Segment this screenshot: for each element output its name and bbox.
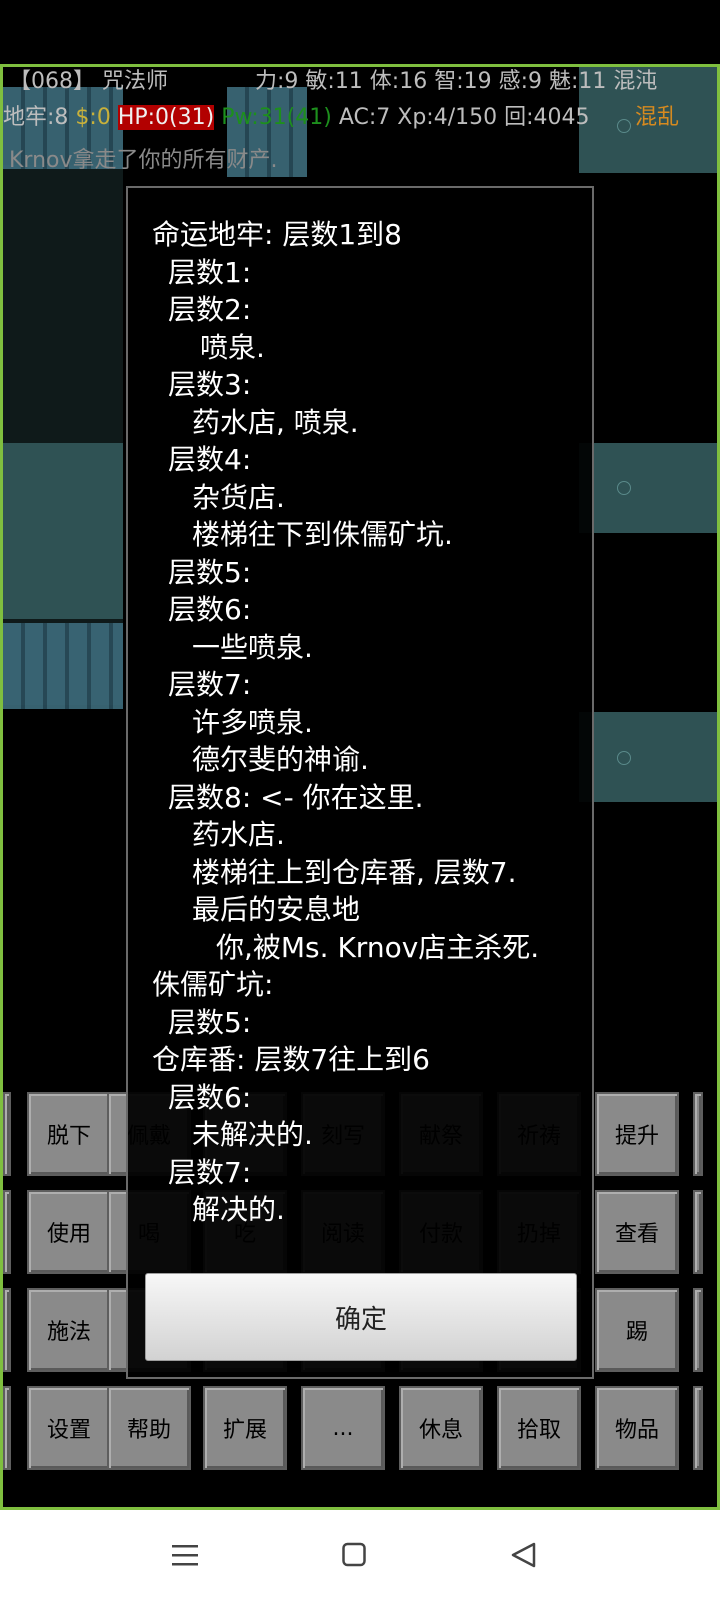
- command-button-edge: [693, 1092, 703, 1176]
- dialog-line: 德尔斐的神谕.: [192, 743, 369, 776]
- command-button-edge: [3, 1190, 11, 1274]
- dialog-line: 层数8: <- 你在这里.: [168, 780, 424, 814]
- attributes: 力:9 敏:11 体:16 智:19 感:9 魅:11 混沌: [255, 69, 658, 94]
- power: Pw:31(41): [221, 105, 332, 130]
- dialog-line: 仓库番: 层数7往上到6: [152, 1043, 430, 1076]
- command-button-row4-2[interactable]: 扩展: [203, 1386, 287, 1470]
- dialog-line: 层数6:: [168, 1080, 252, 1114]
- dialog-line: 层数4:: [168, 443, 252, 476]
- dialog-line: 药水店.: [192, 818, 285, 851]
- character-title: 【068】 咒法师: [9, 69, 168, 94]
- map-floor-lit: [579, 443, 717, 533]
- dialog-line: 一些喷泉.: [192, 630, 313, 664]
- command-button-row4-6[interactable]: 物品: [595, 1386, 679, 1470]
- dialog-line: 未解决的.: [192, 1118, 313, 1151]
- dialog-line: 你,被Ms. Krnov店主杀死.: [216, 930, 540, 964]
- dialog-line: 层数6:: [168, 593, 252, 626]
- overview-dialog: 命运地牢: 层数1到8 层数1: 层数2: 喷泉. 层数3: 药水店, 喷泉. 层数4: 杂货…: [126, 186, 594, 1379]
- fountain-icon: [617, 751, 631, 765]
- command-button-row4-1[interactable]: 帮助: [107, 1386, 191, 1470]
- dialog-line: 药水店, 喷泉.: [192, 405, 359, 439]
- dialog-line: 层数1:: [168, 255, 252, 289]
- command-button-edge: [693, 1190, 703, 1274]
- command-button-edge: [3, 1386, 11, 1470]
- navigation-bar: [0, 1510, 720, 1600]
- command-button-row2-0[interactable]: 使用: [27, 1190, 111, 1274]
- dialog-line: 层数5:: [168, 1005, 252, 1039]
- command-button-row1-6[interactable]: 提升: [595, 1092, 679, 1176]
- command-button-row3-6[interactable]: 踢: [595, 1288, 679, 1372]
- map-floor-lit: [579, 712, 717, 802]
- command-button-row4-5[interactable]: 拾取: [497, 1386, 581, 1470]
- dungeon-level: 地牢:8: [3, 105, 69, 130]
- dialog-line: 许多喷泉.: [192, 705, 313, 739]
- status-bar: [0, 0, 720, 64]
- dialog-line: 喷泉.: [200, 330, 265, 364]
- command-button-edge: [3, 1288, 11, 1372]
- hit-points: HP:0(31): [117, 105, 215, 130]
- dialog-line: 杂货店.: [192, 480, 285, 514]
- dialog-line: 侏儒矿坑:: [152, 968, 274, 1001]
- map-wall: [3, 623, 123, 709]
- status-confused: 混乱: [635, 105, 680, 130]
- command-button-row4-4[interactable]: 休息: [399, 1386, 483, 1470]
- triangle-back-icon[interactable]: [510, 1542, 536, 1572]
- command-button-edge: [693, 1386, 703, 1470]
- dialog-line: 楼梯往下到侏儒矿坑.: [192, 518, 453, 551]
- command-button-row4-3[interactable]: ...: [301, 1386, 385, 1470]
- menu-icon[interactable]: [172, 1542, 198, 1572]
- fountain-icon: [617, 481, 631, 495]
- map-floor-lit: [3, 443, 123, 619]
- dialog-line: 最后的安息地: [192, 893, 361, 926]
- dialog-line: 层数3:: [168, 368, 252, 401]
- hud-line-1: 【068】 咒法师 力:9 敏:11 体:16 智:19 感:9 魅:11 混沌: [9, 67, 709, 97]
- dialog-text: 命运地牢: 层数1到8 层数1: 层数2: 喷泉. 层数3: 药水店, 喷泉. 层数4: 杂货…: [152, 216, 539, 1229]
- dialog-line: 层数2:: [168, 293, 252, 326]
- stats: AC:7 Xp:4/150 回:4045: [338, 105, 590, 130]
- command-button-edge: [693, 1288, 703, 1372]
- dialog-line: 层数7:: [168, 668, 252, 701]
- dialog-line: 楼梯往上到仓库番, 层数7.: [192, 855, 517, 889]
- dialog-line: 解决的.: [192, 1193, 285, 1226]
- command-button-row4-0[interactable]: 设置: [27, 1386, 111, 1470]
- hud-line-2: 地牢:8 $:0 HP:0(31) Pw:31(41) AC:7 Xp:4/15…: [3, 103, 717, 133]
- square-home-icon[interactable]: [342, 1542, 366, 1572]
- message-line: Krnov拿走了你的所有财产.: [9, 148, 278, 173]
- command-button-row3-0[interactable]: 施法: [27, 1288, 111, 1372]
- gold: $:0: [75, 105, 111, 130]
- command-button-row2-6[interactable]: 查看: [595, 1190, 679, 1274]
- command-button-edge: [3, 1092, 11, 1176]
- dialog-line: 命运地牢: 层数1到8: [152, 218, 402, 251]
- ok-button[interactable]: 确定: [145, 1273, 577, 1361]
- command-button-row1-0[interactable]: 脱下: [27, 1092, 111, 1176]
- dialog-line: 层数5:: [168, 555, 252, 589]
- dialog-line: 层数7:: [168, 1155, 252, 1189]
